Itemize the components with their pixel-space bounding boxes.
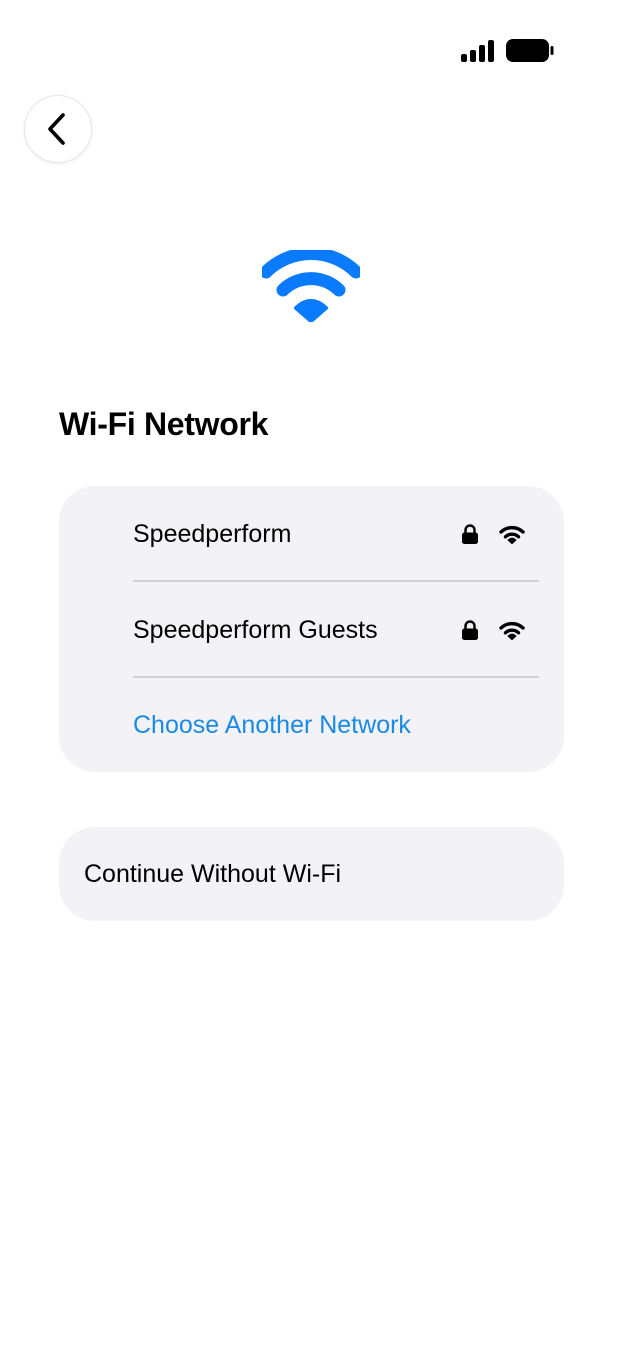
battery-full-icon bbox=[506, 39, 554, 62]
status-bar bbox=[0, 0, 623, 100]
wifi-signal-icon bbox=[499, 621, 525, 640]
chevron-left-icon bbox=[48, 113, 65, 145]
network-item-speedperform-guests[interactable]: Speedperform Guests bbox=[133, 582, 539, 678]
page-title: Wi-Fi Network bbox=[59, 406, 269, 442]
network-name: Speedperform Guests bbox=[133, 616, 378, 644]
network-name: Speedperform bbox=[133, 520, 292, 548]
continue-without-wifi-button[interactable]: Continue Without Wi-Fi bbox=[59, 827, 564, 921]
lock-icon bbox=[462, 524, 478, 544]
choose-another-network-button[interactable]: Choose Another Network bbox=[133, 678, 539, 772]
back-button[interactable] bbox=[24, 95, 92, 163]
lock-icon bbox=[462, 620, 478, 640]
cellular-signal-icon bbox=[461, 40, 494, 62]
network-list: Speedperform Speedperform Guests Choose … bbox=[59, 486, 564, 772]
wifi-signal-icon bbox=[499, 525, 525, 544]
network-item-speedperform[interactable]: Speedperform bbox=[133, 486, 539, 582]
wifi-icon bbox=[262, 250, 360, 322]
continue-without-wifi-label: Continue Without Wi-Fi bbox=[84, 860, 342, 888]
